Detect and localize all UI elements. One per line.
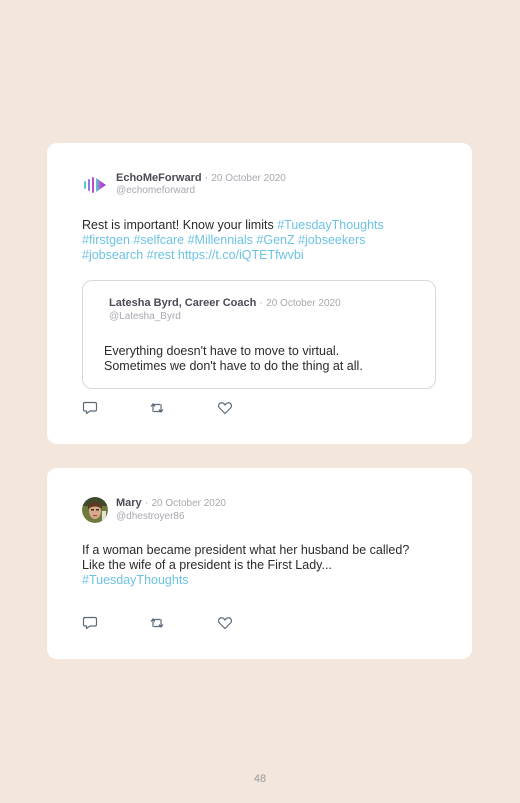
tweet-card: EchoMeForward · 20 October 2020 @echomef… bbox=[47, 143, 472, 444]
tweet-line: Like the wife of a president is the Firs… bbox=[82, 558, 409, 573]
separator-dot: · bbox=[259, 297, 264, 309]
echomeforward-logo-icon bbox=[84, 177, 106, 193]
retweet-icon[interactable] bbox=[149, 616, 165, 630]
retweet-icon[interactable] bbox=[149, 401, 165, 415]
tweet-actions bbox=[82, 401, 242, 415]
hashtag-link[interactable]: #jobsearch #rest https://t.co/iQTETfwvbi bbox=[82, 248, 304, 262]
heart-icon[interactable] bbox=[217, 616, 233, 630]
tweet-header: EchoMeForward · 20 October 2020 bbox=[116, 172, 286, 184]
quoted-author-handle[interactable]: @Latesha_Byrd bbox=[109, 311, 181, 322]
quoted-tweet[interactable]: Latesha Byrd, Career Coach · 20 October … bbox=[82, 280, 436, 389]
quoted-text: Everything doesn't have to move to virtu… bbox=[104, 344, 363, 374]
hashtag-link[interactable]: #TuesdayThoughts bbox=[277, 218, 384, 232]
text-segment: Like the wife of a president is the Firs… bbox=[82, 558, 332, 572]
tweet-text: Rest is important! Know your limits #Tue… bbox=[82, 218, 384, 263]
separator-dot: · bbox=[144, 497, 149, 509]
tweet-text: If a woman became president what her hus… bbox=[82, 543, 409, 588]
tweet-line: #firstgen #selfcare #Millennials #GenZ #… bbox=[82, 233, 384, 248]
author-name[interactable]: Mary bbox=[116, 497, 142, 509]
reply-icon[interactable] bbox=[82, 616, 98, 630]
tweet-card: Mary · 20 October 2020 @dhestroyer86 If … bbox=[47, 468, 472, 659]
tweet-date[interactable]: 20 October 2020 bbox=[211, 173, 286, 184]
author-name[interactable]: EchoMeForward bbox=[116, 172, 202, 184]
quoted-line: Everything doesn't have to move to virtu… bbox=[104, 344, 340, 358]
quoted-header: Latesha Byrd, Career Coach · 20 October … bbox=[109, 297, 341, 309]
avatar[interactable] bbox=[82, 497, 108, 523]
tweet-line: If a woman became president what her hus… bbox=[82, 543, 409, 558]
heart-icon[interactable] bbox=[217, 401, 233, 415]
quoted-date[interactable]: 20 October 2020 bbox=[266, 298, 341, 309]
tweet-line: #TuesdayThoughts bbox=[82, 573, 409, 588]
text-segment: If a woman became president what her hus… bbox=[82, 543, 410, 557]
tweet-header: Mary · 20 October 2020 bbox=[116, 497, 226, 509]
tweet-line: Rest is important! Know your limits #Tue… bbox=[82, 218, 384, 233]
text-segment: Rest is important! Know your limits bbox=[82, 218, 278, 232]
hashtag-link[interactable]: #firstgen #selfcare #Millennials #GenZ #… bbox=[82, 233, 365, 247]
author-handle[interactable]: @echomeforward bbox=[116, 185, 195, 196]
quoted-line: Sometimes we don't have to do the thing … bbox=[104, 359, 363, 373]
tweet-line: #jobsearch #rest https://t.co/iQTETfwvbi bbox=[82, 248, 384, 263]
author-handle[interactable]: @dhestroyer86 bbox=[116, 511, 185, 522]
hashtag-link[interactable]: #TuesdayThoughts bbox=[82, 573, 189, 587]
quoted-author-name[interactable]: Latesha Byrd, Career Coach bbox=[109, 297, 256, 309]
reply-icon[interactable] bbox=[82, 401, 98, 415]
page-number: 48 bbox=[253, 773, 267, 785]
tweet-date[interactable]: 20 October 2020 bbox=[151, 498, 226, 509]
tweet-actions bbox=[82, 616, 242, 630]
separator-dot: · bbox=[204, 172, 209, 184]
